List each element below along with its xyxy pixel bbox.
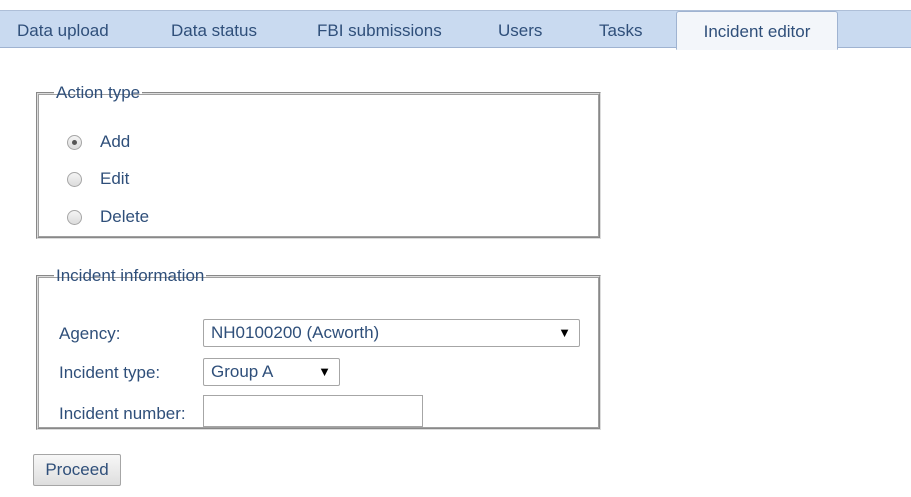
incident-information-legend: Incident information [56,266,205,285]
radio-delete-button[interactable] [67,209,82,225]
incident-number-label: Incident number: [59,404,186,423]
action-type-legend: Action type [56,83,141,102]
proceed-button[interactable]: Proceed [33,454,121,486]
incident-number-input[interactable] [203,395,423,427]
radio-edit-label: Edit [100,169,130,188]
tab-fbi-submissions[interactable]: FBI submissions [317,11,442,48]
incident-type-select[interactable]: Group A ▼ [203,358,340,386]
tab-data-upload[interactable]: Data upload [17,11,109,48]
tab-data-status[interactable]: Data status [171,11,257,48]
tab-users[interactable]: Users [498,11,542,48]
incident-information-group: Incident information Agency: NH0100200 (… [36,266,601,430]
agency-select-value: NH0100200 (Acworth) [211,323,380,342]
radio-edit-button[interactable] [67,171,82,187]
radio-delete[interactable]: Delete [67,205,149,229]
radio-add-button[interactable] [67,134,82,150]
incident-type-select-value: Group A [211,362,274,381]
tab-incident-editor[interactable]: Incident editor [676,11,838,50]
dropdown-arrow-icon: ▼ [558,325,571,340]
radio-add[interactable]: Add [67,130,130,154]
radio-delete-label: Delete [100,207,150,226]
agency-select[interactable]: NH0100200 (Acworth) ▼ [203,319,580,347]
action-type-group: Action type Add Edit Delete [36,83,601,239]
agency-label: Agency: [59,324,121,343]
radio-add-label: Add [100,132,131,151]
tab-bar: Data upload Data status FBI submissions … [0,10,911,50]
tab-tasks[interactable]: Tasks [599,11,642,48]
incident-type-label: Incident type: [59,363,161,382]
radio-edit[interactable]: Edit [67,167,129,191]
dropdown-arrow-icon: ▼ [318,364,331,379]
